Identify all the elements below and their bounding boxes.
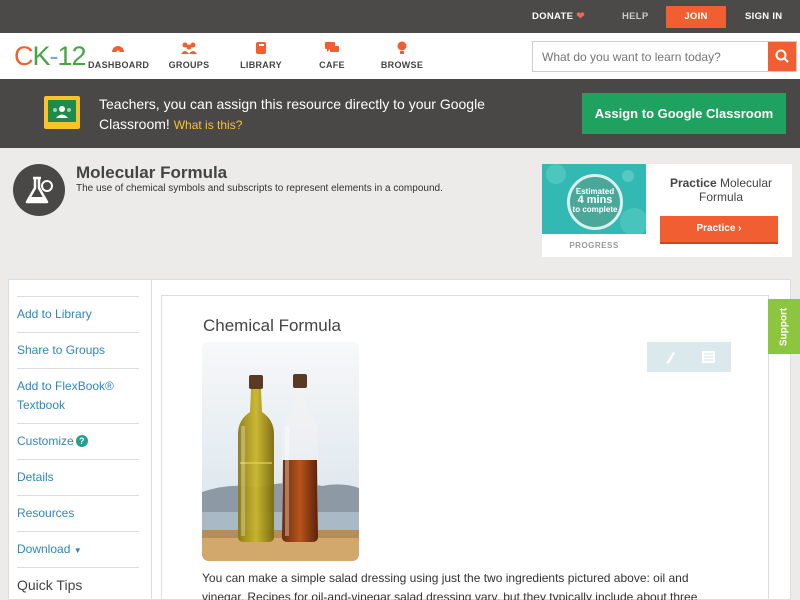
join-button[interactable]: JOIN — [666, 6, 726, 28]
support-label: Support — [778, 307, 790, 347]
nav-dashboard-label: DASHBOARD — [88, 60, 150, 70]
divider — [17, 296, 139, 297]
sign-in-link[interactable]: SIGN IN — [745, 0, 782, 33]
practice-button[interactable]: Practice › — [660, 216, 778, 244]
add-to-library-link[interactable]: Add to Library — [17, 305, 139, 324]
annotation-tools — [647, 342, 731, 372]
browse-icon — [397, 41, 407, 54]
nav-groups[interactable]: GROUPS — [165, 40, 213, 70]
help-icon[interactable]: ? — [75, 435, 88, 447]
share-to-groups-link[interactable]: Share to Groups — [17, 341, 139, 360]
nav-browse-label: BROWSE — [380, 60, 424, 70]
customize-label: Customize — [17, 434, 74, 448]
search-box — [532, 41, 797, 72]
google-classroom-icon — [44, 96, 80, 129]
divider — [17, 459, 139, 460]
divider — [17, 567, 139, 568]
oil-vinegar-bottles-image — [202, 342, 359, 561]
download-label: Download — [17, 542, 71, 556]
concept-header: Molecular Formula The use of chemical sy… — [0, 148, 800, 270]
top-utility-bar: DONATE ❤ HELP JOIN SIGN IN — [0, 0, 800, 33]
nav-library-label: LIBRARY — [240, 60, 282, 70]
details-link[interactable]: Details — [17, 468, 139, 487]
search-input[interactable] — [533, 42, 769, 71]
chevron-right-icon: › — [738, 223, 742, 234]
nav-cafe-label: CAFE — [319, 60, 345, 70]
divider — [17, 531, 139, 532]
logo-dash: - — [49, 41, 59, 71]
search-icon — [775, 49, 789, 63]
divider — [17, 423, 139, 424]
estimate-line2: 4 mins — [577, 194, 613, 206]
divider — [17, 368, 139, 369]
practice-card: Estimated 4 mins to complete PROGRESS Pr… — [542, 164, 792, 257]
logo-k: K — [32, 41, 51, 71]
estimate-line3: to complete — [572, 205, 618, 214]
flask-icon — [13, 164, 65, 216]
dashboard-icon — [112, 46, 124, 54]
divider — [17, 332, 139, 333]
heart-icon: ❤ — [576, 11, 585, 22]
article-title: Chemical Formula — [203, 316, 341, 335]
download-link[interactable]: Download ▼ — [17, 540, 139, 560]
help-link[interactable]: HELP — [622, 0, 649, 33]
concept-description: The use of chemical symbols and subscrip… — [76, 183, 443, 194]
divider — [17, 495, 139, 496]
groups-icon — [181, 42, 197, 54]
progress-label: PROGRESS — [569, 241, 619, 250]
nav-dashboard[interactable]: DASHBOARD — [88, 40, 150, 70]
practice-thumbnail: Estimated 4 mins to complete — [542, 164, 646, 234]
pencil-icon[interactable] — [666, 352, 675, 364]
practice-button-label: Practice — [696, 223, 736, 234]
assign-google-classroom-button[interactable]: Assign to Google Classroom — [582, 93, 786, 134]
nav-cafe[interactable]: CAFE — [315, 40, 349, 70]
article-body-text: You can make a simple salad dressing usi… — [202, 571, 698, 600]
banner-text: Teachers, you can assign this resource d… — [99, 96, 485, 132]
resources-link[interactable]: Resources — [17, 504, 139, 523]
practice-title-bold: Practice — [669, 176, 717, 190]
what-is-this-link[interactable]: What is this? — [174, 118, 243, 132]
logo-12: 12 — [57, 41, 87, 71]
donate-link[interactable]: DONATE ❤ — [532, 0, 585, 33]
notes-icon[interactable] — [702, 351, 715, 363]
ck12-logo[interactable]: CK-12 — [14, 41, 87, 71]
support-tab[interactable]: Support — [768, 299, 800, 354]
customize-link[interactable]: Customize? — [17, 432, 139, 451]
concept-title: Molecular Formula — [76, 163, 228, 182]
action-sidebar: Add to Library Share to Groups Add to Fl… — [9, 280, 152, 600]
estimate-badge: Estimated 4 mins to complete — [567, 174, 623, 230]
content-area: Add to Library Share to Groups Add to Fl… — [8, 279, 791, 600]
nav-browse[interactable]: BROWSE — [380, 40, 424, 70]
donate-label: DONATE — [532, 11, 574, 22]
google-classroom-banner: Teachers, you can assign this resource d… — [0, 79, 800, 148]
search-button[interactable] — [768, 42, 796, 71]
logo-c: C — [14, 41, 33, 71]
cafe-icon — [325, 42, 339, 52]
article-panel: Chemical Formula You can make a simple s… — [161, 295, 769, 600]
caret-down-icon: ▼ — [73, 546, 82, 555]
banner-message: Teachers, you can assign this resource d… — [99, 94, 539, 135]
library-icon — [256, 42, 266, 54]
practice-title: Practice Molecular Formula — [658, 176, 784, 204]
nav-library[interactable]: LIBRARY — [238, 40, 284, 70]
add-to-flexbook-link[interactable]: Add to FlexBook® Textbook — [17, 377, 139, 415]
main-nav: CK-12 DASHBOARD GROUPS LIBRARY CAFE BROW… — [0, 33, 800, 79]
nav-groups-label: GROUPS — [168, 60, 210, 70]
quick-tips-heading: Quick Tips — [17, 577, 83, 593]
